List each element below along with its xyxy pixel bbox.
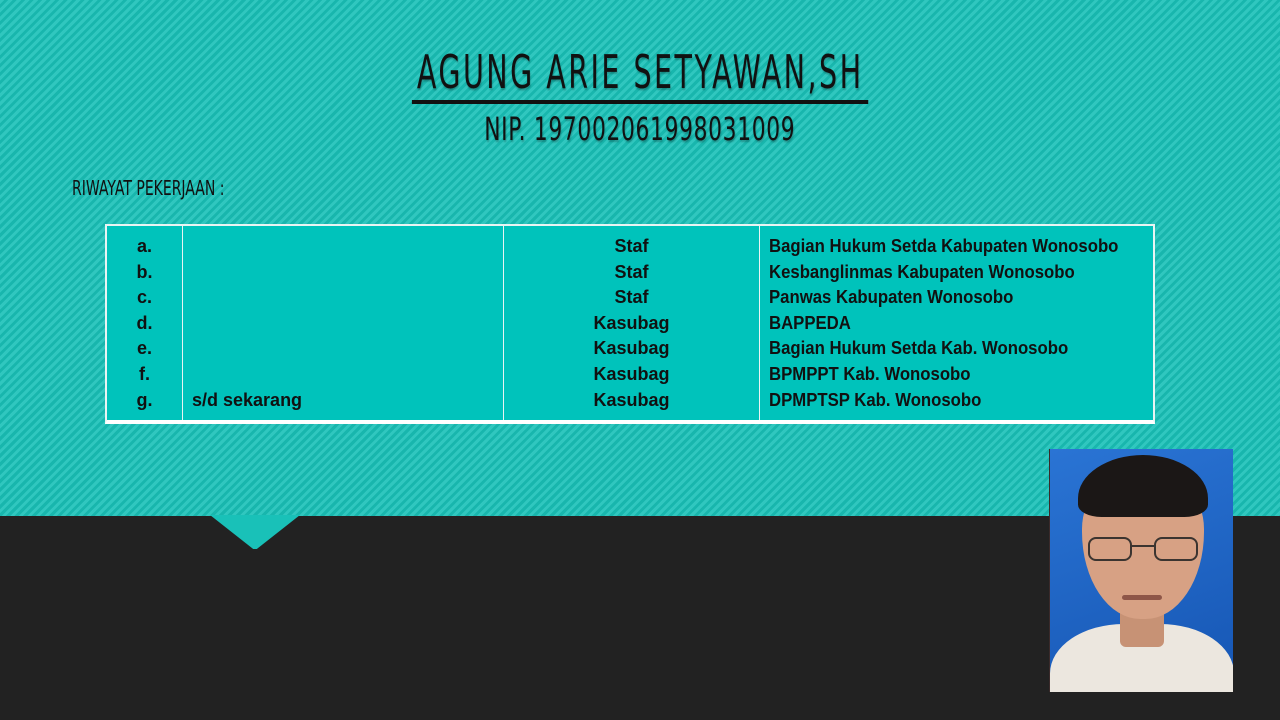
glasses-bridge xyxy=(1132,545,1154,547)
row-letter: g. xyxy=(136,389,153,410)
period-note: s/d sekarang xyxy=(192,389,303,410)
row-letter: c. xyxy=(136,287,152,308)
period-column: s/d sekarang xyxy=(182,226,503,420)
role-column: Staf Staf Staf Kasubag Kasubag Kasubag K… xyxy=(503,226,759,420)
organization-cell: Bagian Hukum Setda Kabupaten Wonosobo xyxy=(769,236,1119,256)
work-history-table: a. b. c. d. e. f. g. s/d sekarang Staf S… xyxy=(105,224,1155,424)
letter-column: a. b. c. d. e. f. g. xyxy=(107,226,182,420)
role-cell: Kasubag xyxy=(593,389,670,410)
role-cell: Kasubag xyxy=(593,363,670,384)
glasses-lens xyxy=(1154,537,1198,561)
organization-cell: BAPPEDA xyxy=(769,312,851,333)
row-letter: e. xyxy=(136,338,152,359)
role-cell: Staf xyxy=(614,236,649,256)
nip-line: NIP. 197002061998031009 xyxy=(0,110,1280,148)
organization-cell: Kesbanglinmas Kabupaten Wonosobo xyxy=(769,261,1075,282)
role-cell: Kasubag xyxy=(593,338,670,359)
organization-cell: Panwas Kabupaten Wonosobo xyxy=(769,287,1014,308)
organization-column: Bagian Hukum Setda Kabupaten Wonosobo Ke… xyxy=(759,226,1153,420)
row-letter: d. xyxy=(136,312,153,333)
glasses-lens xyxy=(1088,537,1132,561)
portrait-photo xyxy=(1049,449,1233,692)
role-cell: Staf xyxy=(614,261,649,282)
nip-number: NIP. 197002061998031009 xyxy=(484,110,796,148)
row-letter: a. xyxy=(136,236,152,256)
person-name-heading: AGUNG ARIE SETYAWAN,SH xyxy=(0,44,1280,104)
role-cell: Kasubag xyxy=(593,312,670,333)
organization-cell: BPMPPT Kab. Wonosobo xyxy=(769,363,971,384)
work-history-label: RIWAYAT PEKERJAAN : xyxy=(72,176,225,200)
glasses-icon xyxy=(1088,537,1198,563)
person-name: AGUNG ARIE SETYAWAN,SH xyxy=(411,44,869,104)
role-cell: Staf xyxy=(614,287,649,308)
photo-mouth xyxy=(1122,595,1162,600)
row-letter: b. xyxy=(136,261,153,282)
organization-cell: DPMPTSP Kab. Wonosobo xyxy=(769,389,982,410)
organization-cell: Bagian Hukum Setda Kab. Wonosobo xyxy=(769,338,1069,359)
row-letter: f. xyxy=(139,363,150,384)
